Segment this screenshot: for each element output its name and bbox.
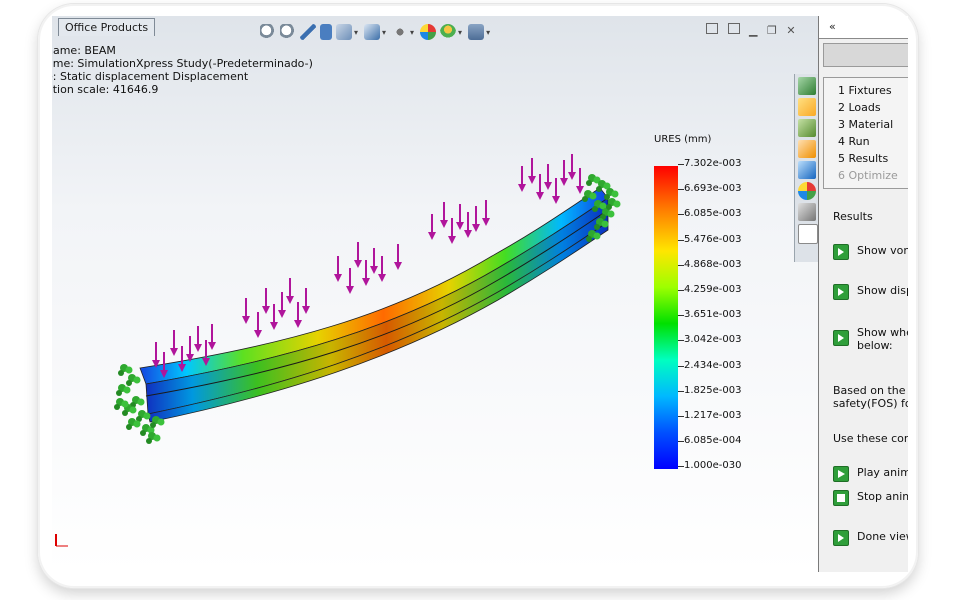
done-viewing-button[interactable]: Done view — [833, 530, 908, 546]
fos-summary-text: Based on the sp safety(FOS) fou — [833, 384, 908, 410]
controls-hint: Use these cont — [833, 432, 908, 445]
design-library-icon[interactable] — [798, 119, 816, 137]
play-icon — [833, 466, 849, 482]
simulationxpress-icon[interactable] — [798, 224, 818, 244]
home-icon[interactable] — [798, 98, 816, 116]
show-where-fos-label: Show whe — [857, 326, 908, 339]
show-where-fos-label-2: below: — [857, 339, 893, 352]
stop-icon — [833, 490, 849, 506]
legend-label: 1.825e-003 — [684, 384, 742, 396]
legend-label: 6.085e-003 — [684, 208, 742, 220]
fos-summary-line-2: safety(FOS) fou — [833, 397, 908, 410]
file-explorer-icon[interactable] — [798, 140, 816, 158]
stop-animation-label: Stop anim — [857, 490, 908, 503]
solidworks-window: Office Products ▾ ▾ ▾ ▾ ▾ ▁ ❐ ✕ name: BE… — [52, 16, 908, 572]
show-displacement-button[interactable]: Show disp — [833, 284, 908, 300]
legend-label: 4.868e-003 — [684, 258, 742, 270]
step-fixtures[interactable]: 1 Fixtures — [838, 82, 904, 99]
step-material[interactable]: 3 Material — [838, 116, 904, 133]
step-results[interactable]: 5 Results — [838, 150, 904, 167]
step-optimize: 6 Optimize — [838, 169, 898, 182]
panel-header-bar — [823, 43, 908, 67]
custom-properties-icon[interactable] — [798, 203, 816, 221]
legend-label: 6.693e-003 — [684, 183, 742, 195]
resources-icon[interactable] — [798, 77, 816, 95]
arrow-right-icon — [833, 244, 849, 260]
reference-triad-icon — [54, 532, 70, 552]
play-animation-label: Play anim — [857, 466, 908, 479]
done-viewing-label: Done view — [857, 530, 908, 543]
legend-label: 5.476e-003 — [684, 233, 742, 245]
legend-label: 6.085e-004 — [684, 435, 742, 447]
arrow-right-icon — [833, 284, 849, 300]
graphics-viewport[interactable]: Office Products ▾ ▾ ▾ ▾ ▾ ▁ ❐ ✕ name: BE… — [52, 16, 818, 572]
stop-animation-button[interactable]: Stop anim — [833, 490, 908, 506]
show-where-fos-button[interactable]: Show whe below: — [833, 326, 908, 352]
color-scale-bar — [654, 166, 678, 469]
legend-label: 2.434e-003 — [684, 359, 742, 371]
results-heading: Results — [833, 210, 873, 223]
collapse-panel-button[interactable]: « — [819, 16, 908, 39]
show-von-mises-label: Show von — [857, 244, 908, 257]
step-loads[interactable]: 2 Loads — [838, 99, 904, 116]
arrow-right-icon — [833, 330, 849, 346]
step-run[interactable]: 4 Run — [838, 133, 904, 150]
legend-label: 1.000e-030 — [684, 460, 742, 472]
arrow-right-icon — [833, 530, 849, 546]
task-pane-tabs — [794, 74, 819, 262]
appearances-icon[interactable] — [798, 182, 816, 200]
legend-label: 7.302e-003 — [684, 158, 742, 169]
legend-label: 3.651e-003 — [684, 309, 742, 321]
show-von-mises-button[interactable]: Show von — [833, 244, 908, 260]
legend-label: 4.259e-003 — [684, 284, 742, 295]
fos-summary-line-1: Based on the sp — [833, 384, 908, 397]
show-displacement-label: Show disp — [857, 284, 908, 297]
legend-label: 1.217e-003 — [684, 410, 742, 421]
legend-title: URES (mm) — [654, 134, 712, 145]
wizard-steps: 1 Fixtures 2 Loads 3 Material 4 Run 5 Re… — [823, 77, 908, 189]
view-palette-icon[interactable] — [798, 161, 816, 179]
play-animation-button[interactable]: Play anim — [833, 466, 908, 482]
legend-label: 3.042e-003 — [684, 334, 742, 346]
simulationxpress-panel: « 1 Fixtures 2 Loads 3 Material 4 Run 5 … — [818, 16, 908, 572]
